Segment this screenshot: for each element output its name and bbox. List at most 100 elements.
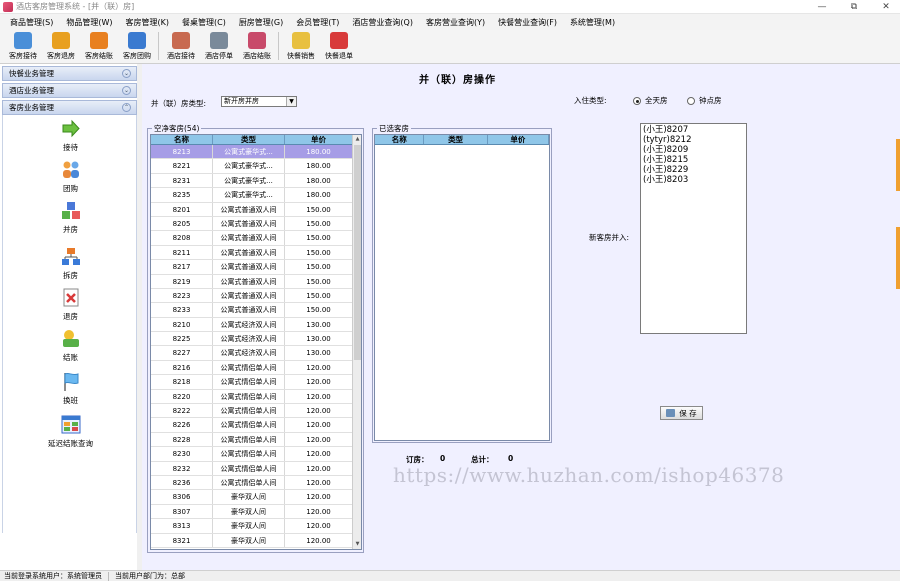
list-item[interactable]: (tytyr)8212 <box>643 135 744 145</box>
sidebar-item-late-checkout-query[interactable]: 延迟结账查询 <box>3 415 138 449</box>
cell-type: 公寓式普通双人间 <box>213 231 285 245</box>
table-row[interactable]: 8227 公寓式经济双人间 130.00 <box>151 346 361 361</box>
table-row[interactable]: 8208 公寓式普通双人间 150.00 <box>151 231 361 246</box>
sidebar-item-reception[interactable]: 接待 <box>3 119 138 153</box>
cell-type: 公寓式豪华式... <box>213 145 285 159</box>
section-fastfood[interactable]: 快餐业务管理 ⌄ <box>2 66 137 81</box>
room-reception-button[interactable]: 客房接待 <box>4 29 42 63</box>
scroll-down-icon[interactable]: ▼ <box>353 540 361 549</box>
scroll-up-icon[interactable]: ▲ <box>353 135 361 144</box>
cell-price: 130.00 <box>285 346 353 360</box>
hotel-settle-button[interactable]: 酒店结账 <box>238 29 276 63</box>
room-settle-button[interactable]: 客房结账 <box>80 29 118 63</box>
cell-name: 8218 <box>151 375 213 389</box>
room-checkout-button[interactable]: 客房退房 <box>42 29 80 63</box>
refund-gear-icon <box>330 32 348 49</box>
sidebar-item-merge-room[interactable]: 并房 <box>3 201 138 235</box>
cell-type: 公寓式情侣单人间 <box>213 432 285 447</box>
table-row[interactable]: 8313 豪华双人间 120.00 <box>151 519 361 534</box>
column-price[interactable]: 单价 <box>285 135 353 144</box>
table-row[interactable]: 8321 豪华双人间 120.00 <box>151 533 361 548</box>
hotel-reception-button[interactable]: 酒店接待 <box>162 29 200 63</box>
merge-list[interactable]: (小王)8207 (tytyr)8212 (小王)8209 (小王)8215 (小王)8… <box>640 123 747 334</box>
minimize-button[interactable]: — <box>808 0 836 14</box>
selected-rooms-title: 已选客房 <box>377 123 411 134</box>
merge-type-select[interactable]: 新开房并房 ▼ <box>221 96 297 107</box>
menu-item-system[interactable]: 系统管理(M) <box>570 17 615 28</box>
column-name[interactable]: 名称 <box>375 135 425 144</box>
cell-type: 公寓式普通双人间 <box>213 245 285 260</box>
table-row[interactable]: 8218 公寓式情侣单人间 120.00 <box>151 375 361 390</box>
table-row[interactable]: 8236 公寓式情侣单人间 120.00 <box>151 475 361 491</box>
list-item[interactable]: (小王)8229 <box>643 165 744 175</box>
menu-item-kitchen[interactable]: 厨房管理(G) <box>239 17 283 28</box>
table-row[interactable]: 8223 公寓式普通双人间 150.00 <box>151 288 361 304</box>
cell-type: 公寓式经济双人间 <box>213 317 285 332</box>
side-edge-marker <box>896 227 900 289</box>
list-item[interactable]: (小王)8209 <box>643 145 744 155</box>
cell-name: 8201 <box>151 202 213 216</box>
room-group-buy-button[interactable]: 客房团购 <box>118 29 156 63</box>
table-row[interactable]: 8205 公寓式普通双人间 150.00 <box>151 216 361 232</box>
cell-price: 120.00 <box>285 404 353 418</box>
column-name[interactable]: 名称 <box>151 135 213 144</box>
table-row[interactable]: 8307 豪华双人间 120.00 <box>151 504 361 520</box>
radio-full-day[interactable]: 全天房 <box>633 95 668 106</box>
fastfood-refund-button[interactable]: 快餐退单 <box>320 29 358 63</box>
list-item[interactable]: (小王)8203 <box>643 175 744 185</box>
table-row[interactable]: 8222 公寓式情侣单人间 120.00 <box>151 404 361 419</box>
save-button[interactable]: 保 存 <box>660 406 703 420</box>
column-type[interactable]: 类型 <box>213 135 285 144</box>
cell-price: 150.00 <box>285 288 353 303</box>
menu-item-fastfood-query[interactable]: 快餐营业查询(F) <box>498 17 557 28</box>
menu-item-rooms[interactable]: 客房管理(K) <box>125 17 169 28</box>
sidebar-item-settle[interactable]: 结账 <box>3 329 138 363</box>
sidebar-item-checkout[interactable]: 退房 <box>3 288 138 322</box>
column-type[interactable]: 类型 <box>424 135 488 144</box>
radio-hourly[interactable]: 钟点房 <box>687 95 722 106</box>
table-row[interactable]: 8211 公寓式普通双人间 150.00 <box>151 245 361 261</box>
close-button[interactable]: ✕ <box>872 0 900 14</box>
table-row[interactable]: 8220 公寓式情侣单人间 120.00 <box>151 389 361 405</box>
fastfood-sale-button[interactable]: 快餐销售 <box>282 29 320 63</box>
table-row[interactable]: 8216 公寓式情侣单人间 120.00 <box>151 360 361 376</box>
section-rooms[interactable]: 客房业务管理 ⌃ <box>2 100 137 115</box>
menu-item-room-query[interactable]: 客房营业查询(Y) <box>426 17 485 28</box>
cell-price: 180.00 <box>285 173 353 188</box>
menu-item-goods[interactable]: 商品管理(S) <box>10 17 53 28</box>
table-row[interactable]: 8213 公寓式豪华式... 180.00 <box>151 145 361 160</box>
table-row[interactable]: 8306 豪华双人间 120.00 <box>151 490 361 505</box>
sidebar-item-shift-change[interactable]: 换班 <box>3 372 138 406</box>
restore-button[interactable]: ⧉ <box>840 0 868 14</box>
table-row[interactable]: 8230 公寓式情侣单人间 120.00 <box>151 447 361 462</box>
table-row[interactable]: 8219 公寓式普通双人间 150.00 <box>151 274 361 289</box>
table-row[interactable]: 8231 公寓式豪华式... 180.00 <box>151 173 361 189</box>
checkout-x-icon <box>63 288 78 307</box>
table-row[interactable]: 8226 公寓式情侣单人间 120.00 <box>151 418 361 433</box>
menu-item-items[interactable]: 物品管理(W) <box>66 17 112 28</box>
group-people-icon <box>62 161 79 178</box>
table-row[interactable]: 8201 公寓式普通双人间 150.00 <box>151 202 361 217</box>
sidebar-item-split-room[interactable]: 拆房 <box>3 247 138 281</box>
table-row[interactable]: 8210 公寓式经济双人间 130.00 <box>151 317 361 333</box>
cell-price: 120.00 <box>285 418 353 432</box>
section-hotel[interactable]: 酒店业务管理 ⌄ <box>2 83 137 98</box>
table-row[interactable]: 8235 公寓式豪华式... 180.00 <box>151 188 361 203</box>
table-row[interactable]: 8221 公寓式豪华式... 180.00 <box>151 159 361 174</box>
scroll-thumb[interactable] <box>354 145 361 360</box>
list-item[interactable]: (小王)8215 <box>643 155 744 165</box>
hotel-stop-order-button[interactable]: 酒店停单 <box>200 29 238 63</box>
list-item[interactable]: (小王)8207 <box>643 125 744 135</box>
table-row[interactable]: 8232 公寓式情侣单人间 120.00 <box>151 461 361 476</box>
table-row[interactable]: 8225 公寓式经济双人间 130.00 <box>151 332 361 347</box>
menu-item-members[interactable]: 会员管理(T) <box>296 17 339 28</box>
cell-type: 豪华双人间 <box>213 504 285 519</box>
table-row[interactable]: 8217 公寓式普通双人间 150.00 <box>151 260 361 275</box>
column-price[interactable]: 单价 <box>488 135 549 144</box>
table-scrollbar[interactable]: ▲ ▼ <box>352 135 361 549</box>
table-row[interactable]: 8233 公寓式普通双人间 150.00 <box>151 303 361 318</box>
menu-item-tables[interactable]: 餐桌管理(C) <box>182 17 226 28</box>
menu-item-hotel-query[interactable]: 酒店营业查询(Q) <box>352 17 413 28</box>
sidebar-item-group-buy[interactable]: 团购 <box>3 160 138 194</box>
table-row[interactable]: 8228 公寓式情侣单人间 120.00 <box>151 432 361 448</box>
